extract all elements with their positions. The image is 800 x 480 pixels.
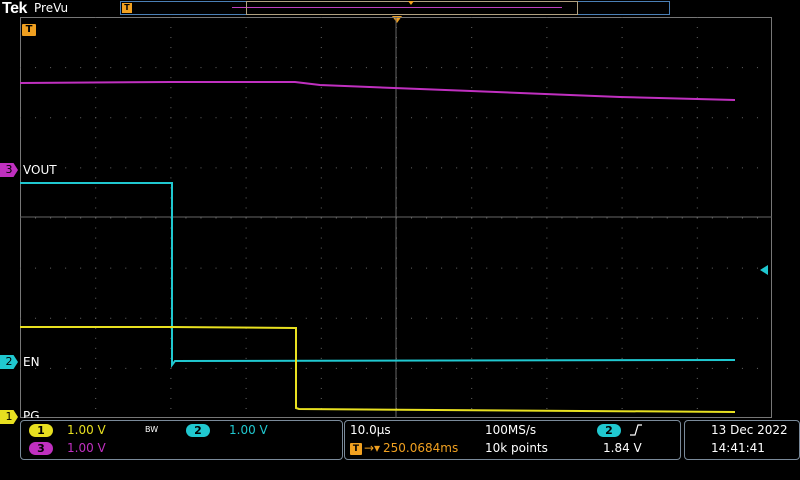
record-length[interactable]: 10k points: [485, 441, 548, 455]
ch1-marker[interactable]: 1: [0, 410, 18, 424]
ch3-label: VOUT: [23, 163, 57, 177]
ch3-waveform: [20, 81, 736, 101]
trigger-position-small-icon: T: [350, 443, 362, 455]
ch1-waveform: [20, 326, 736, 413]
datetime-panel: 13 Dec 2022 14:41:41: [684, 420, 800, 460]
ch2-scale[interactable]: 1.00 V: [229, 423, 268, 437]
ch2-marker[interactable]: 2: [0, 355, 18, 369]
time-display: 14:41:41: [711, 441, 765, 455]
record-trigger-position-icon: [408, 1, 414, 5]
time-scale[interactable]: 10.0µs: [350, 423, 391, 437]
bandwidth-limit-indicator: BW: [145, 425, 159, 434]
timebase-panel[interactable]: 10.0µs 100MS/s 2 T →▾ 250.0684ms 10k poi…: [344, 420, 681, 460]
record-trigger-marker: T: [122, 3, 132, 13]
trigger-level[interactable]: 1.84 V: [603, 441, 642, 455]
ch3-scale[interactable]: 1.00 V: [67, 441, 106, 455]
ch2-label: EN: [23, 355, 40, 369]
graticule-center-lines: [20, 17, 772, 418]
acquisition-mode-label: PreVu: [34, 1, 69, 15]
ch1-badge[interactable]: 1: [29, 424, 53, 437]
ch3-badge[interactable]: 3: [29, 442, 53, 455]
tek-logo: Tek: [2, 0, 27, 17]
trigger-source-badge[interactable]: 2: [597, 424, 621, 437]
trigger-arrow-icon: →▾: [364, 441, 381, 455]
horizontal-position[interactable]: 250.0684ms: [383, 441, 458, 455]
ch3-marker[interactable]: 3: [0, 163, 18, 177]
date-display: 13 Dec 2022: [711, 423, 788, 437]
ch1-label: PG: [23, 409, 40, 418]
rising-edge-icon: [630, 424, 642, 436]
ch2-waveform: [20, 182, 736, 368]
sample-rate: 100MS/s: [485, 423, 537, 437]
channel-settings-panel[interactable]: 1 1.00 V BW 2 1.00 V 3 1.00 V: [20, 420, 343, 460]
waveform-display[interactable]: [20, 17, 772, 418]
ch1-scale[interactable]: 1.00 V: [67, 423, 106, 437]
trigger-marker[interactable]: T: [22, 24, 36, 36]
trigger-level-icon[interactable]: [760, 265, 768, 275]
ch2-badge[interactable]: 2: [186, 424, 210, 437]
